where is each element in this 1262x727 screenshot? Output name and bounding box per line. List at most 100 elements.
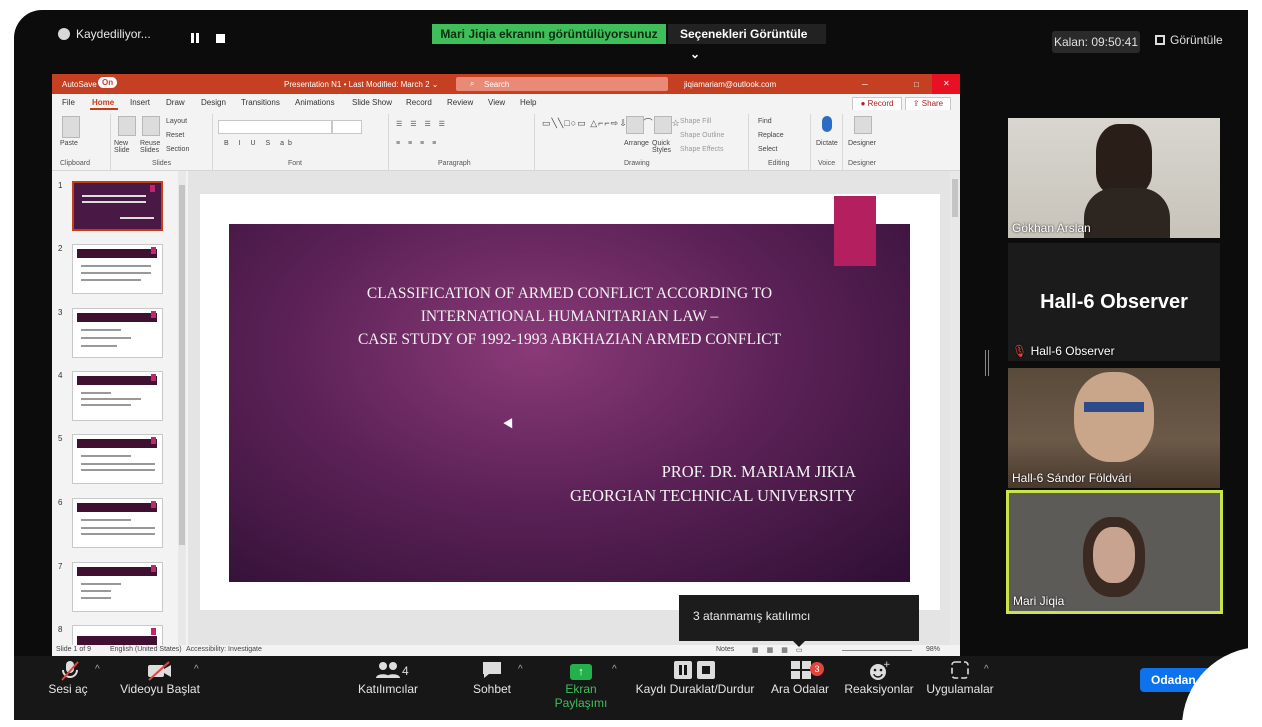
shape-effects-button[interactable]: Shape Effects xyxy=(680,146,723,153)
menu-draw[interactable]: Draw xyxy=(166,98,185,107)
thumb-header xyxy=(77,503,157,512)
font-name-select[interactable] xyxy=(218,120,332,134)
close-icon[interactable]: ✕ xyxy=(932,74,960,94)
share-screen-button[interactable]: Ekran Paylaşımı xyxy=(538,682,624,710)
designer-label: Designer xyxy=(848,140,877,147)
language[interactable]: English (United States) xyxy=(110,646,182,653)
pause-stop-recording-button[interactable]: Kaydı Duraklat/Durdur xyxy=(634,682,756,696)
account-email[interactable]: jiqiamariam@outlook.com xyxy=(684,80,776,89)
chevron-up-icon[interactable]: ^ xyxy=(984,664,989,675)
layout-button[interactable]: Layout xyxy=(166,118,187,125)
slide-thumbnail-2[interactable] xyxy=(72,244,163,294)
thumb-line xyxy=(120,217,154,219)
menu-home[interactable]: Home xyxy=(92,98,114,107)
select-button[interactable]: Select xyxy=(758,146,777,153)
participants-button[interactable]: Katılımcılar xyxy=(350,682,426,696)
arrange-icon[interactable] xyxy=(626,116,644,134)
thumb-number: 1 xyxy=(58,181,63,190)
slide-scrollbar[interactable] xyxy=(950,171,960,645)
chevron-up-icon[interactable]: ^ xyxy=(518,664,523,675)
menu-view[interactable]: View xyxy=(488,98,505,107)
chevron-up-icon[interactable]: ^ xyxy=(194,664,199,675)
view-options-label: Seçenekleri Görüntüle xyxy=(680,27,808,41)
shape-fill-button[interactable]: Shape Fill xyxy=(680,118,711,125)
scrollbar-thumb[interactable] xyxy=(952,179,958,217)
section-button[interactable]: Section xyxy=(166,146,189,153)
designer-icon[interactable] xyxy=(854,116,872,134)
slide-thumbnail-8[interactable] xyxy=(72,625,163,645)
breakout-rooms-button[interactable]: Ara Odalar xyxy=(768,682,832,696)
list-icons[interactable]: ☰ ☰ ☰ ☰ xyxy=(396,120,448,128)
view-button[interactable]: Görüntüle xyxy=(1155,33,1223,47)
thumb-header xyxy=(77,567,157,576)
thumbnails-scrollbar[interactable] xyxy=(178,171,186,645)
document-title[interactable]: Presentation N1 • Last Modified: March 2… xyxy=(284,80,438,89)
menu-transitions[interactable]: Transitions xyxy=(241,98,280,107)
slide-thumbnail-7[interactable] xyxy=(72,562,163,612)
accessibility-status[interactable]: Accessibility: Investigate xyxy=(186,646,262,653)
menu-record[interactable]: Record xyxy=(406,98,432,107)
menu-help[interactable]: Help xyxy=(520,98,536,107)
menu-animations[interactable]: Animations xyxy=(295,98,335,107)
autosave-toggle[interactable]: On xyxy=(98,77,118,88)
chevron-up-icon[interactable]: ^ xyxy=(612,664,617,675)
notes-button[interactable]: Notes xyxy=(716,646,734,653)
slide-thumbnail-1[interactable] xyxy=(72,181,163,231)
video-tile[interactable]: Hall-6 Sándor Földvári xyxy=(1008,368,1220,488)
slide-thumbnail-3[interactable] xyxy=(72,308,163,358)
ppt-record-button[interactable]: ● Record xyxy=(852,97,902,111)
video-tile-active-speaker[interactable]: Mari Jiqia xyxy=(1006,490,1223,614)
align-icons[interactable]: ≡ ≡ ≡ ≡ xyxy=(396,140,439,147)
chevron-up-icon[interactable]: ^ xyxy=(95,664,100,675)
menu-review[interactable]: Review xyxy=(447,98,473,107)
apps-button[interactable]: Uygulamalar xyxy=(922,682,998,696)
scrollbar-thumb[interactable] xyxy=(179,185,185,545)
font-size-select[interactable] xyxy=(332,120,362,134)
reactions-button[interactable]: Reaksiyonlar xyxy=(842,682,916,696)
find-button[interactable]: Find xyxy=(758,118,772,125)
slide-thumbnail-4[interactable] xyxy=(72,371,163,421)
paste-icon[interactable] xyxy=(62,116,80,138)
split-view-handle[interactable] xyxy=(985,350,989,376)
recording-indicator: Kaydediliyor... xyxy=(58,27,151,41)
start-video-button[interactable]: Videoyu Başlat xyxy=(110,682,210,696)
slide-thumbnail-5[interactable] xyxy=(72,434,163,484)
video-tile[interactable]: Hall-6 Observer 🎙 Hall-6 Observer xyxy=(1008,243,1220,361)
restore-icon[interactable]: □ xyxy=(914,80,919,89)
reuse-slides-icon[interactable] xyxy=(142,116,160,136)
video-tile[interactable]: Gökhan Arslan xyxy=(1008,118,1220,238)
thumb-line xyxy=(82,195,146,197)
reset-button[interactable]: Reset xyxy=(166,132,184,139)
zoom-level[interactable]: 98% xyxy=(926,646,940,653)
time-remaining: Kalan: 09:50:41 xyxy=(1052,31,1140,53)
new-slide-icon[interactable] xyxy=(118,116,136,136)
view-mode-icons[interactable]: ▦▦▦▭ xyxy=(752,646,810,654)
participant-avatar-name: Hall-6 Observer xyxy=(1040,291,1188,313)
ppt-share-button[interactable]: ⇪ Share xyxy=(905,97,951,111)
zoom-slider[interactable] xyxy=(842,650,912,651)
quick-styles-icon[interactable] xyxy=(654,116,672,134)
thumb-accent xyxy=(150,185,155,192)
stop-recording-icon[interactable] xyxy=(216,34,225,43)
thumb-header xyxy=(77,376,157,385)
unmute-button[interactable]: Sesi aç xyxy=(40,682,96,696)
menu-file[interactable]: File xyxy=(62,98,75,107)
slide-thumbnail-6[interactable] xyxy=(72,498,163,548)
replace-button[interactable]: Replace xyxy=(758,132,784,139)
minimize-icon[interactable]: ─ xyxy=(862,80,868,89)
thumb-line xyxy=(81,583,121,585)
chat-button[interactable]: Sohbet xyxy=(466,682,518,696)
pause-recording-icon[interactable] xyxy=(191,33,199,43)
thumb-line xyxy=(81,404,131,406)
search-input[interactable]: ⌕ Search xyxy=(456,77,668,91)
menu-slide-show[interactable]: Slide Show xyxy=(352,98,392,107)
view-options-button[interactable]: Seçenekleri Görüntüle ⌄ xyxy=(668,24,826,61)
microphone-icon[interactable] xyxy=(822,116,832,132)
thumb-accent xyxy=(151,501,156,508)
slide-subtitle: PROF. DR. MARIAM JIKIA GEORGIAN TECHNICA… xyxy=(229,460,856,508)
share-screen-icon[interactable]: ↑ xyxy=(570,664,592,680)
font-format-icons[interactable]: B I U S ab xyxy=(224,140,296,147)
menu-design[interactable]: Design xyxy=(201,98,226,107)
menu-insert[interactable]: Insert xyxy=(130,98,150,107)
shape-outline-button[interactable]: Shape Outline xyxy=(680,132,724,139)
